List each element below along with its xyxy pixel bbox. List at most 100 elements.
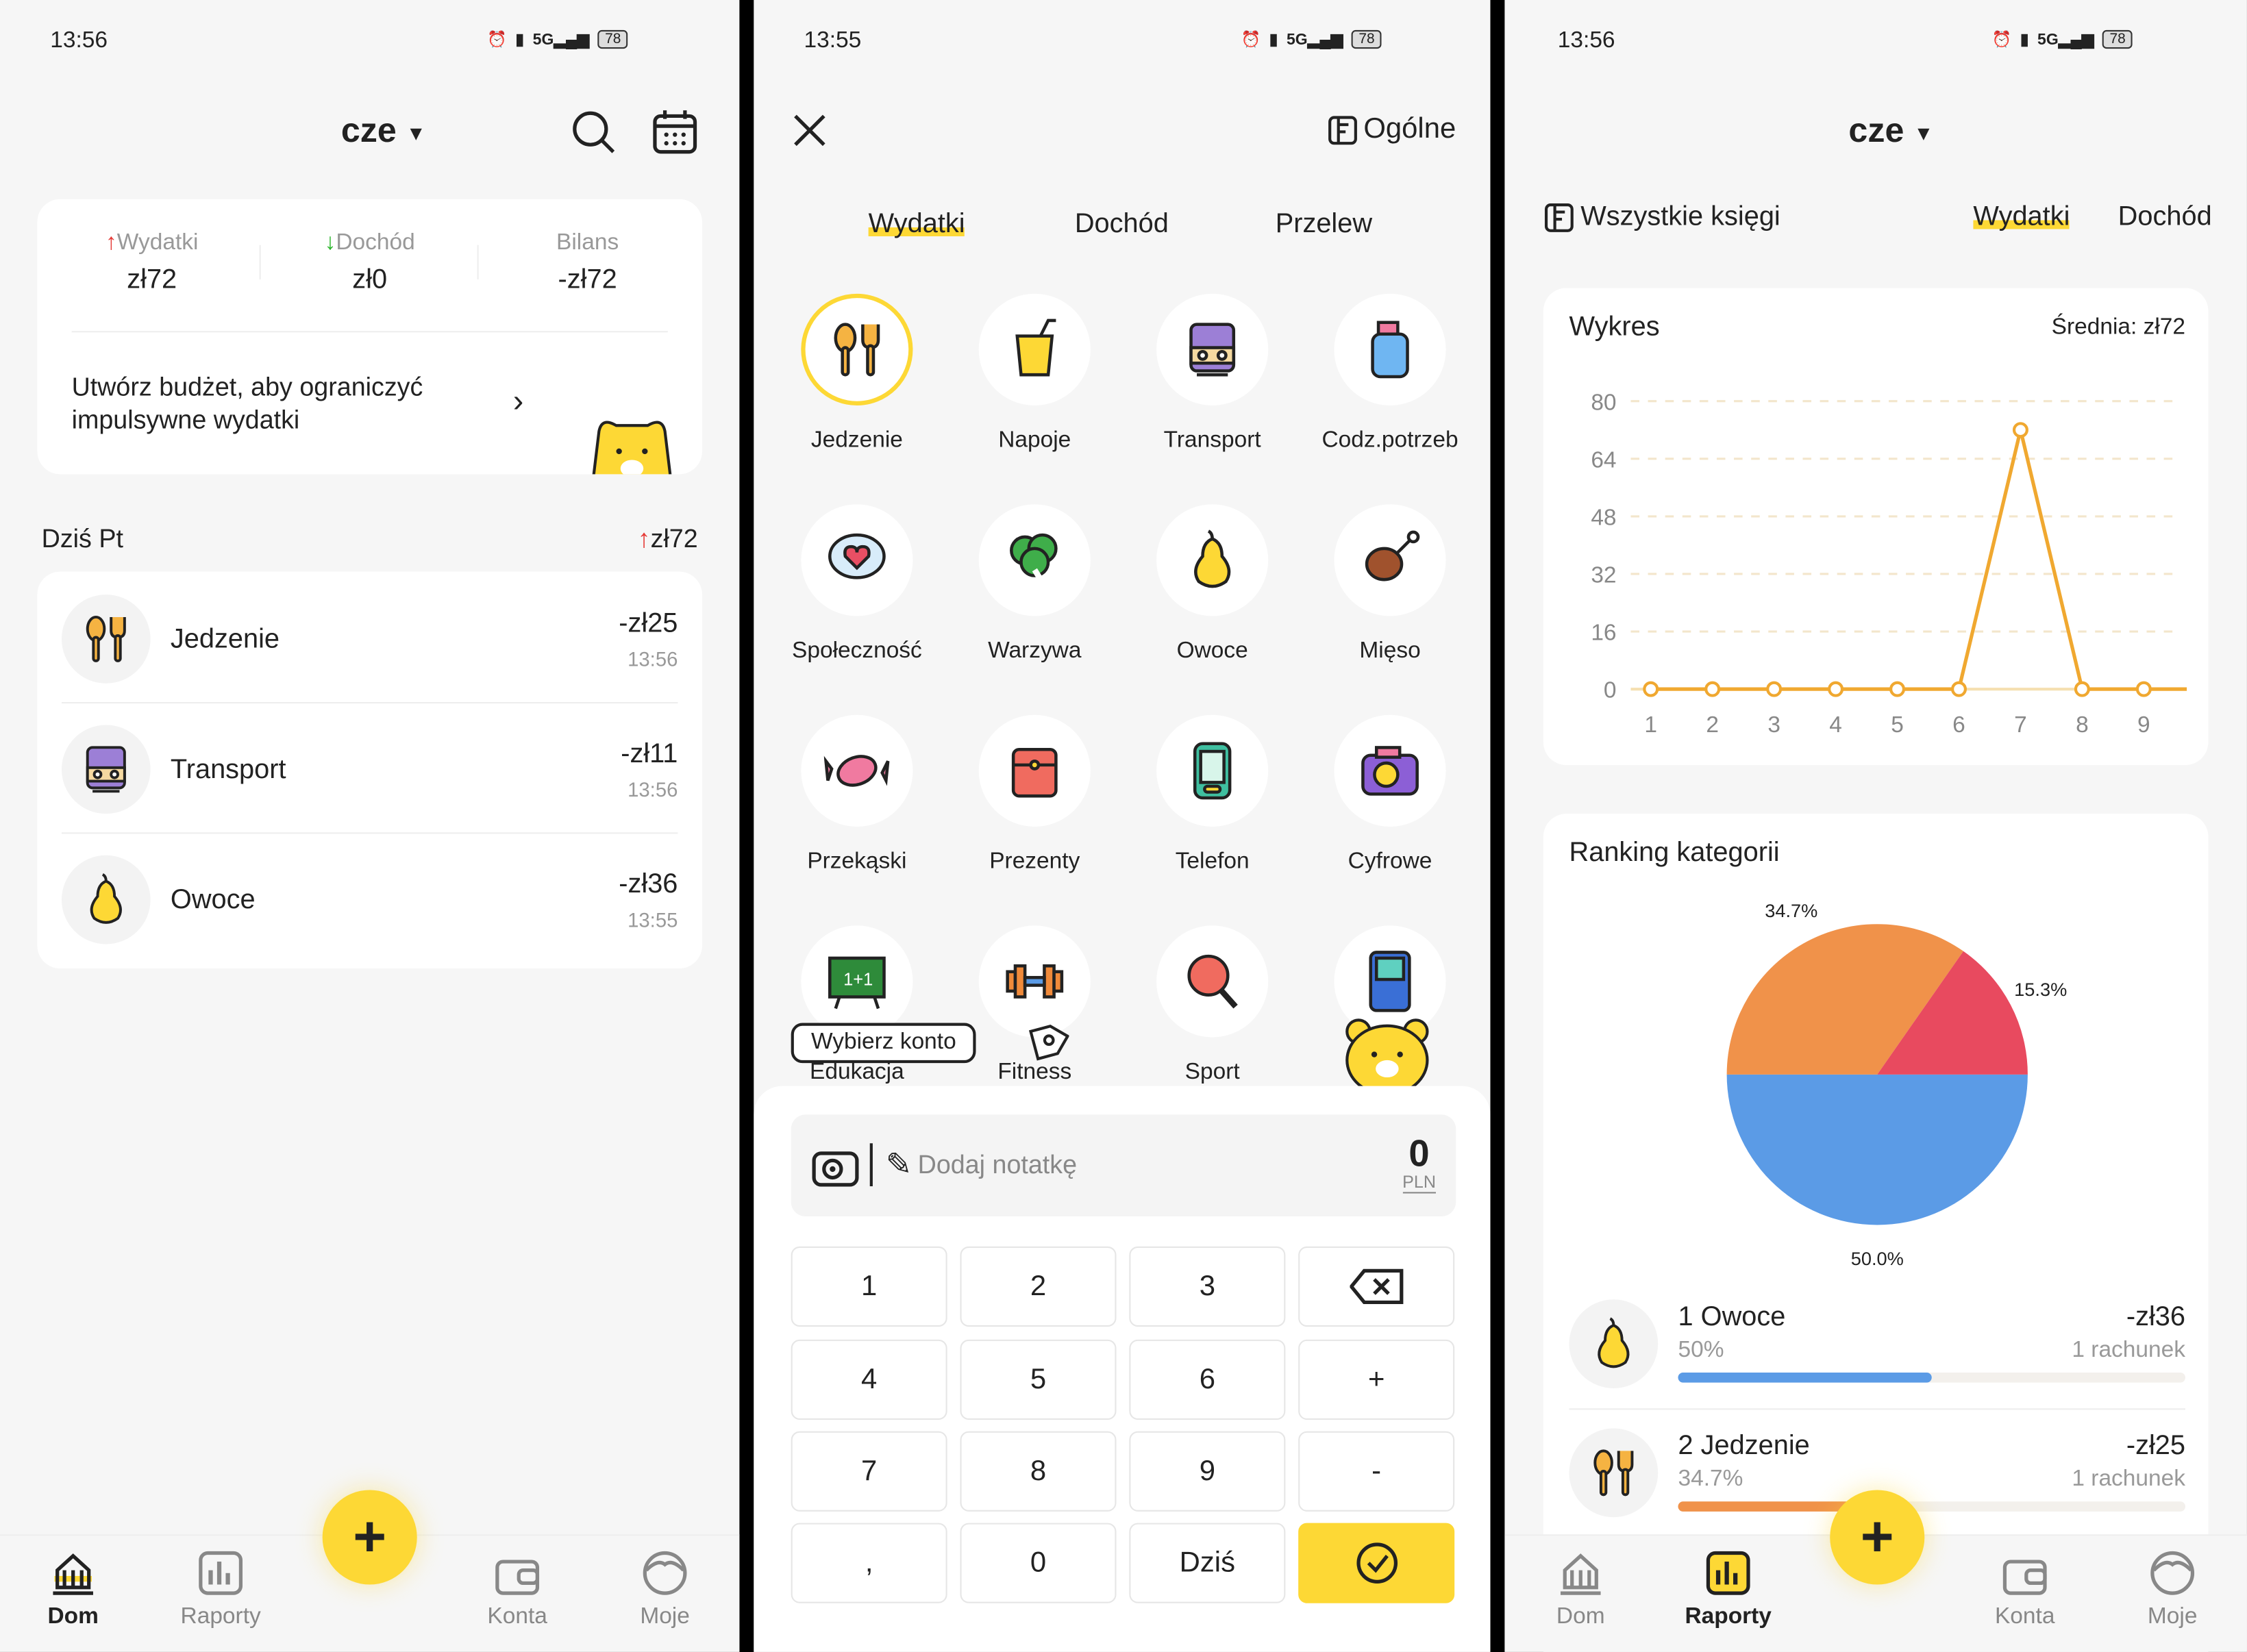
fork-spoon-icon (834, 323, 880, 377)
month-selector[interactable]: cze ▼ (341, 112, 426, 152)
day-total-value: zł72 (650, 524, 698, 553)
category-icon-circle (978, 293, 1091, 405)
arrow-down-icon: ↓ (324, 230, 336, 255)
key-label: 7 (861, 1455, 878, 1487)
nav-home[interactable]: Dom (1524, 1550, 1638, 1630)
income-summary: ↓Dochód zł0 (255, 231, 484, 297)
ranking-row[interactable]: 1 Owoce -zł36 50% 1 rachunek (1543, 1294, 2209, 1423)
transaction-row[interactable]: Owoce -zł36 13:55 (37, 832, 702, 962)
candy-icon (823, 755, 890, 787)
category-label: Napoje (998, 428, 1071, 453)
vibrate-icon: ▮ (515, 32, 525, 49)
pear-icon (90, 873, 122, 924)
note-input[interactable]: ✎ Dodaj notatkę (886, 1146, 1077, 1183)
camera-icon[interactable] (811, 1143, 860, 1189)
key-label: 8 (1030, 1455, 1047, 1487)
key-2[interactable]: 2 (960, 1246, 1117, 1327)
progress-track (1678, 1501, 2185, 1512)
key-1[interactable]: 1 (791, 1246, 947, 1327)
nav-reports[interactable]: Raporty (163, 1550, 277, 1630)
progress-fill (1678, 1372, 1932, 1383)
key-4[interactable]: 4 (791, 1339, 947, 1420)
bear-mascot-icon (1345, 1018, 1429, 1097)
transaction-time: 13:56 (628, 777, 678, 801)
category-icon-circle (1569, 1428, 1659, 1518)
key-backspace[interactable] (1298, 1246, 1455, 1327)
balance-value: -zł72 (558, 264, 617, 295)
book-icon (1328, 115, 1356, 145)
category-owoce[interactable]: Owoce (1126, 504, 1298, 664)
pie-slice-label: 15.3% (2014, 979, 2067, 1000)
nav-accounts[interactable]: Konta (1967, 1550, 2082, 1630)
progress-fill (1678, 1501, 1854, 1512)
backspace-icon (1349, 1268, 1403, 1305)
category-prezenty[interactable]: Prezenty (949, 714, 1121, 875)
transaction-time: 13:56 (628, 647, 678, 671)
balance-summary: Bilans -zł72 (473, 231, 702, 297)
category-transport[interactable]: Transport (1126, 293, 1298, 454)
arrow-up-icon: ↑ (637, 524, 651, 553)
key-comma[interactable]: , (791, 1523, 947, 1603)
key-3[interactable]: 3 (1129, 1246, 1286, 1327)
transaction-row[interactable]: Transport -zł11 13:56 (37, 702, 702, 834)
category-label: Jedzenie (810, 428, 903, 453)
category-sport[interactable]: Sport (1126, 925, 1298, 1086)
category-napoje[interactable]: Napoje (949, 293, 1121, 454)
key-confirm[interactable] (1298, 1523, 1455, 1603)
category-telefon[interactable]: Telefon (1126, 714, 1298, 875)
tab-expenses[interactable]: Wydatki (868, 209, 965, 240)
nav-accounts[interactable]: Konta (460, 1550, 574, 1630)
key-plus[interactable]: + (1298, 1339, 1455, 1420)
category-społeczność[interactable]: Społeczność (771, 504, 943, 664)
add-transaction-button[interactable]: + (322, 1490, 417, 1585)
divider (1569, 1408, 2185, 1410)
day-total: ↑zł72 (638, 525, 698, 555)
category-icon-circle (1156, 504, 1269, 616)
key-5[interactable]: 5 (960, 1339, 1117, 1420)
add-transaction-screen: 13:55 ⏰ ▮ 5G▂▄▆ 78 Ogólne Wydatki Dochód Pr… (754, 0, 1491, 1652)
blackboard-icon: 1+1 (828, 956, 886, 1010)
nav-mine[interactable]: Moje (2115, 1550, 2229, 1630)
key-6[interactable]: 6 (1129, 1339, 1286, 1420)
key-label: 0 (1030, 1547, 1047, 1579)
account-tooltip[interactable]: Wybierz konto (791, 1023, 977, 1064)
key-0[interactable]: 0 (960, 1523, 1117, 1603)
bar-chart-icon (1706, 1551, 1750, 1595)
key-label: 6 (1199, 1363, 1215, 1395)
key-8[interactable]: 8 (960, 1431, 1117, 1512)
nav-mine[interactable]: Moje (608, 1550, 722, 1630)
pie-slice[interactable] (1726, 1074, 2028, 1225)
nav-home-label: Dom (47, 1604, 99, 1629)
key-minus[interactable]: - (1298, 1431, 1455, 1512)
category-mięso[interactable]: Mięso (1304, 504, 1476, 664)
book-selector[interactable]: Ogólne (1326, 113, 1456, 146)
nav-reports[interactable]: Raporty (1671, 1550, 1785, 1630)
category-warzywa[interactable]: Warzywa (949, 504, 1121, 664)
add-transaction-button[interactable]: + (1830, 1490, 1925, 1585)
transaction-row[interactable]: Jedzenie -zł25 13:56 (37, 572, 702, 704)
tab-transfer[interactable]: Przelew (1276, 209, 1372, 240)
ranking-name: 1 Owoce (1678, 1302, 1785, 1334)
key-7[interactable]: 7 (791, 1431, 947, 1512)
pear-icon (1194, 529, 1231, 588)
nav-home[interactable]: Dom (16, 1550, 130, 1630)
category-label: Edukacja (810, 1060, 904, 1085)
category-cyfrowe[interactable]: Cyfrowe (1304, 714, 1476, 875)
day-label: Dziś Pt (41, 524, 123, 553)
tab-income[interactable]: Dochód (1075, 209, 1169, 240)
category-przekąski[interactable]: Przekąski (771, 714, 943, 875)
close-icon[interactable] (791, 112, 828, 149)
phone-icon (1193, 742, 1232, 800)
profile-face-icon (643, 1551, 687, 1595)
category-codz.potrzeb[interactable]: Codz.potrzeb (1304, 293, 1476, 454)
category-label: Prezenty (989, 849, 1080, 874)
budget-prompt[interactable]: Utwórz budżet, aby ograniczyć impulsywne… (72, 371, 488, 437)
search-icon[interactable] (571, 109, 617, 155)
category-label: Przekąski (807, 849, 907, 874)
chevron-right-icon[interactable]: › (513, 383, 523, 420)
calendar-icon[interactable] (652, 109, 698, 155)
key-today[interactable]: Dziś (1129, 1523, 1286, 1603)
category-label: Cyfrowe (1348, 849, 1432, 874)
key-9[interactable]: 9 (1129, 1431, 1286, 1512)
category-jedzenie[interactable]: Jedzenie (771, 293, 943, 454)
